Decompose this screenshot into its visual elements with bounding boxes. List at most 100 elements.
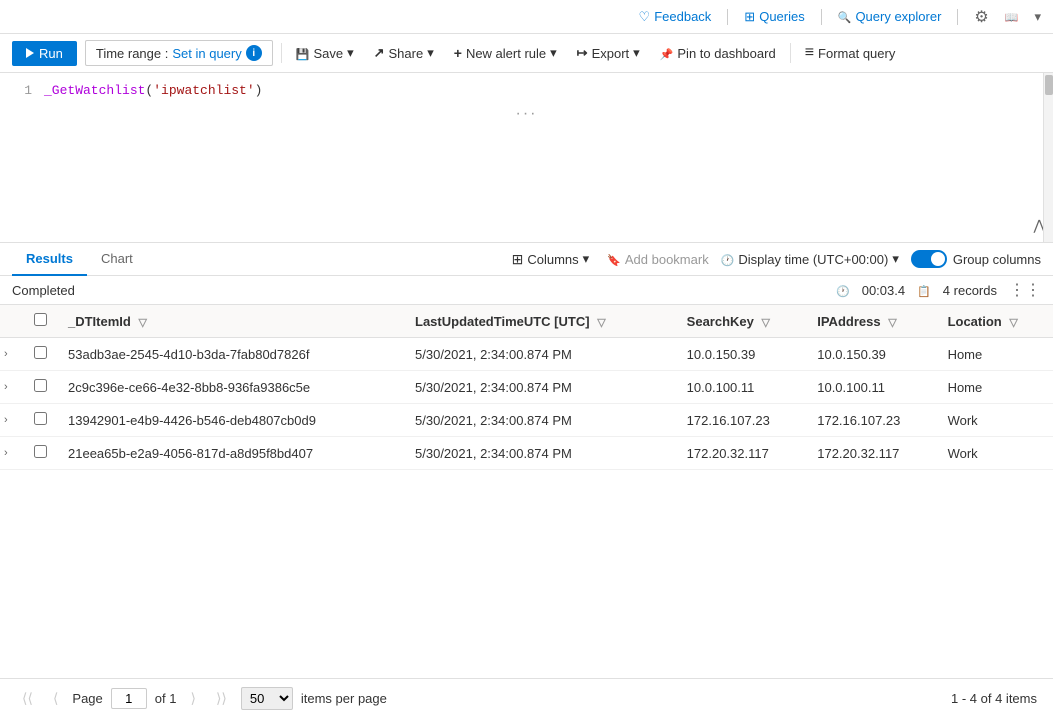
select-all-checkbox[interactable]	[34, 313, 47, 326]
top-bar: Feedback Queries Query explorer	[0, 0, 1053, 34]
run-icon	[26, 48, 34, 58]
editor-scrollbar-thumb[interactable]	[1045, 75, 1053, 95]
tabs-right-controls: ⊞ Columns Add bookmark Display time (UTC…	[506, 247, 1041, 272]
row-checkbox-1[interactable]	[34, 379, 47, 392]
cell-ipaddress-2: 172.16.107.23	[809, 404, 939, 437]
status-right: 00:03.4 4 records ⋮⋮	[836, 280, 1041, 300]
cell-lastupdated-3: 5/30/2021, 2:34:00.874 PM	[407, 437, 679, 470]
queries-link[interactable]: Queries	[744, 9, 804, 25]
divider-1	[727, 9, 728, 25]
row-check-3	[30, 437, 60, 470]
row-expand-2[interactable]: ›	[0, 404, 30, 437]
heart-icon	[639, 9, 651, 25]
expand-results-icon[interactable]: ⋮⋮	[1009, 280, 1041, 300]
code-content: _GetWatchlist('ipwatchlist')	[44, 81, 262, 101]
tab-results[interactable]: Results	[12, 243, 87, 276]
results-table-container[interactable]: _DTItemId ▽ LastUpdatedTimeUTC [UTC] ▽ S…	[0, 305, 1053, 678]
divider-tb1	[281, 43, 282, 63]
editor-line-1: 1 _GetWatchlist('ipwatchlist')	[0, 81, 1053, 101]
feedback-link[interactable]: Feedback	[639, 9, 712, 25]
cell-location-2: Work	[940, 404, 1053, 437]
cell-location-3: Work	[940, 437, 1053, 470]
cell-lastupdated-0: 5/30/2021, 2:34:00.874 PM	[407, 338, 679, 371]
toggle-switch[interactable]	[911, 250, 947, 268]
code-string: 'ipwatchlist'	[153, 83, 254, 98]
columns-chevron-icon	[583, 251, 590, 267]
pin-icon	[660, 46, 674, 61]
format-query-button[interactable]: Format query	[799, 40, 902, 66]
row-expand-3[interactable]: ›	[0, 437, 30, 470]
filter-lastupdated-icon[interactable]: ▽	[597, 317, 605, 329]
cell-searchkey-3: 172.20.32.117	[679, 437, 810, 470]
col-dtitemid: _DTItemId ▽	[60, 305, 407, 338]
columns-button[interactable]: ⊞ Columns	[506, 247, 596, 272]
row-checkbox-2[interactable]	[34, 412, 47, 425]
group-columns-toggle[interactable]: Group columns	[911, 250, 1041, 268]
divider-2	[821, 9, 822, 25]
row-checkbox-3[interactable]	[34, 445, 47, 458]
first-page-button[interactable]: ⟨⟨	[16, 688, 39, 709]
records-count: 4 records	[943, 283, 997, 298]
cell-ipaddress-0: 10.0.150.39	[809, 338, 939, 371]
info-icon: i	[246, 45, 262, 61]
page-number-input[interactable]	[111, 688, 147, 709]
row-check-0	[30, 338, 60, 371]
format-icon	[805, 44, 814, 62]
time-elapsed: 00:03.4	[862, 283, 905, 298]
next-page-button[interactable]: ⟩	[184, 688, 201, 709]
filter-ipaddress-icon[interactable]: ▽	[888, 317, 896, 329]
share-chevron-icon	[427, 45, 434, 61]
save-chevron-icon	[347, 45, 354, 61]
save-button[interactable]: Save	[290, 41, 360, 65]
col-ipaddress: IPAddress ▽	[809, 305, 939, 338]
book-icon[interactable]	[1005, 9, 1019, 24]
pagination-bar: ⟨⟨ ⟨ Page of 1 ⟩ ⟩⟩ 50 100 200 items per…	[0, 678, 1053, 718]
export-button[interactable]: Export	[571, 41, 646, 65]
gear-icon[interactable]	[974, 7, 988, 27]
cell-dtitemid-0: 53adb3ae-2545-4d10-b3da-7fab80d7826f	[60, 338, 407, 371]
explorer-icon	[838, 9, 852, 24]
new-alert-rule-button[interactable]: New alert rule	[448, 41, 563, 65]
editor-area[interactable]: 1 _GetWatchlist('ipwatchlist') ··· ⋀	[0, 73, 1053, 243]
export-icon	[577, 45, 588, 61]
row-checkbox-0[interactable]	[34, 346, 47, 359]
table-row: › 13942901-e4b9-4426-b546-deb4807cb0d9 5…	[0, 404, 1053, 437]
share-button[interactable]: Share	[368, 41, 440, 65]
filter-location-icon[interactable]: ▽	[1009, 317, 1017, 329]
prev-page-button[interactable]: ⟨	[47, 688, 64, 709]
editor-scrollbar[interactable]	[1043, 73, 1053, 242]
cell-dtitemid-1: 2c9c396e-ce66-4e32-8bb8-936fa9386c5e	[60, 371, 407, 404]
cell-lastupdated-1: 5/30/2021, 2:34:00.874 PM	[407, 371, 679, 404]
share-icon	[374, 45, 385, 61]
save-icon	[296, 46, 310, 61]
col-location: Location ▽	[940, 305, 1053, 338]
code-function: _GetWatchlist	[44, 83, 145, 98]
cell-lastupdated-2: 5/30/2021, 2:34:00.874 PM	[407, 404, 679, 437]
filter-dtitemid-icon[interactable]: ▽	[138, 317, 146, 329]
run-button[interactable]: Run	[12, 41, 77, 66]
display-time-button[interactable]: Display time (UTC+00:00)	[721, 251, 899, 267]
cell-searchkey-0: 10.0.150.39	[679, 338, 810, 371]
time-chevron-icon	[892, 251, 899, 267]
plus-icon	[454, 45, 462, 61]
row-expand-0[interactable]: ›	[0, 338, 30, 371]
of-label: of 1	[155, 691, 177, 706]
status-bar: Completed 00:03.4 4 records ⋮⋮	[0, 276, 1053, 305]
query-explorer-link[interactable]: Query explorer	[838, 9, 942, 24]
last-page-button[interactable]: ⟩⟩	[210, 688, 233, 709]
row-expand-1[interactable]: ›	[0, 371, 30, 404]
cell-dtitemid-3: 21eea65b-e2a9-4056-817d-a8d95f8bd407	[60, 437, 407, 470]
tabs-bar: Results Chart ⊞ Columns Add bookmark Dis…	[0, 243, 1053, 276]
chevron-more-icon[interactable]	[1034, 9, 1041, 25]
pin-dashboard-button[interactable]: Pin to dashboard	[654, 42, 782, 65]
add-bookmark-button[interactable]: Add bookmark	[607, 252, 709, 267]
cell-location-0: Home	[940, 338, 1053, 371]
results-table: _DTItemId ▽ LastUpdatedTimeUTC [UTC] ▽ S…	[0, 305, 1053, 470]
items-per-page-select[interactable]: 50 100 200	[241, 687, 293, 710]
table-row: › 21eea65b-e2a9-4056-817d-a8d95f8bd407 5…	[0, 437, 1053, 470]
tab-chart[interactable]: Chart	[87, 243, 147, 276]
alert-chevron-icon	[550, 45, 557, 61]
table-row: › 2c9c396e-ce66-4e32-8bb8-936fa9386c5e 5…	[0, 371, 1053, 404]
filter-searchkey-icon[interactable]: ▽	[762, 317, 770, 329]
time-range-button[interactable]: Time range : Set in query i	[85, 40, 273, 66]
